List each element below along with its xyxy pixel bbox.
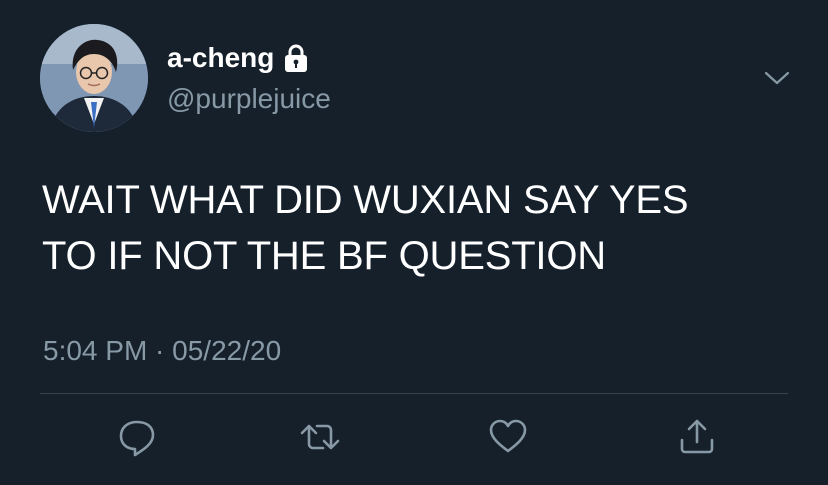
display-name[interactable]: a-cheng [167, 40, 308, 76]
tweet-timestamp[interactable]: 5:04 PM · 05/22/20 [43, 334, 281, 368]
tweet-card: a-cheng @purplejuice WAIT WHAT DID WUXIA… [0, 0, 828, 485]
tweet-text-line: TO IF NOT THE BF QUESTION [42, 234, 606, 278]
divider [40, 393, 788, 394]
like-icon[interactable] [487, 416, 529, 458]
tweet-text: WAIT WHAT DID WUXIAN SAY YES TO IF NOT T… [42, 172, 802, 284]
share-icon[interactable] [676, 416, 718, 458]
display-name-text[interactable]: a-cheng [167, 40, 274, 76]
lock-icon [284, 43, 308, 73]
user-handle[interactable]: @purplejuice [167, 82, 331, 116]
avatar-image [40, 24, 148, 132]
avatar[interactable] [40, 24, 148, 132]
tweet-text-line: WAIT WHAT DID WUXIAN SAY YES [42, 178, 689, 222]
reply-icon[interactable] [116, 416, 158, 458]
chevron-down-icon[interactable] [764, 68, 790, 88]
retweet-icon[interactable] [299, 416, 341, 458]
